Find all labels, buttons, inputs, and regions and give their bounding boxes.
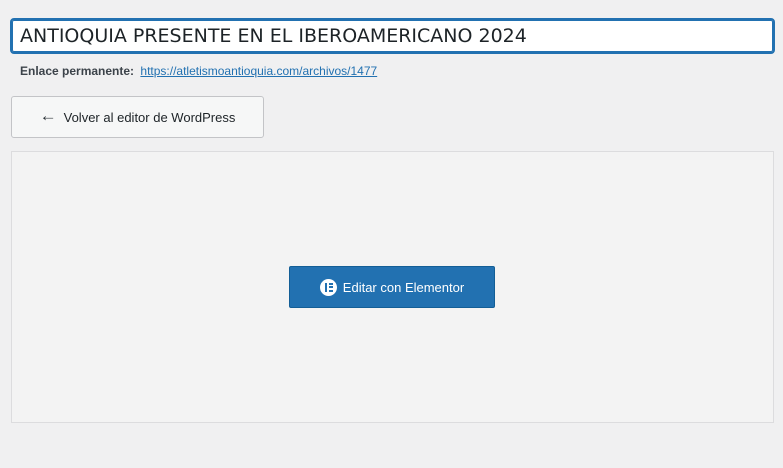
back-button-label: Volver al editor de WordPress (63, 109, 236, 125)
arrow-left-icon: ← (39, 106, 57, 125)
post-title-input[interactable] (12, 20, 773, 52)
elementor-logo-icon (319, 278, 337, 296)
post-title-field-wrapper (10, 18, 775, 54)
elementor-button-label: Editar con Elementor (342, 279, 465, 295)
edit-with-elementor-button[interactable]: Editar con Elementor (289, 266, 495, 308)
back-to-wordpress-editor-button[interactable]: ← Volver al editor de WordPress (11, 96, 264, 138)
edit-post-page: Enlace permanente: https://atletismoanti… (0, 0, 783, 468)
permalink-row: Enlace permanente: https://atletismoanti… (20, 64, 377, 78)
permalink-link[interactable]: https://atletismoantioquia.com/archivos/… (140, 64, 377, 78)
permalink-label: Enlace permanente: (20, 64, 135, 78)
